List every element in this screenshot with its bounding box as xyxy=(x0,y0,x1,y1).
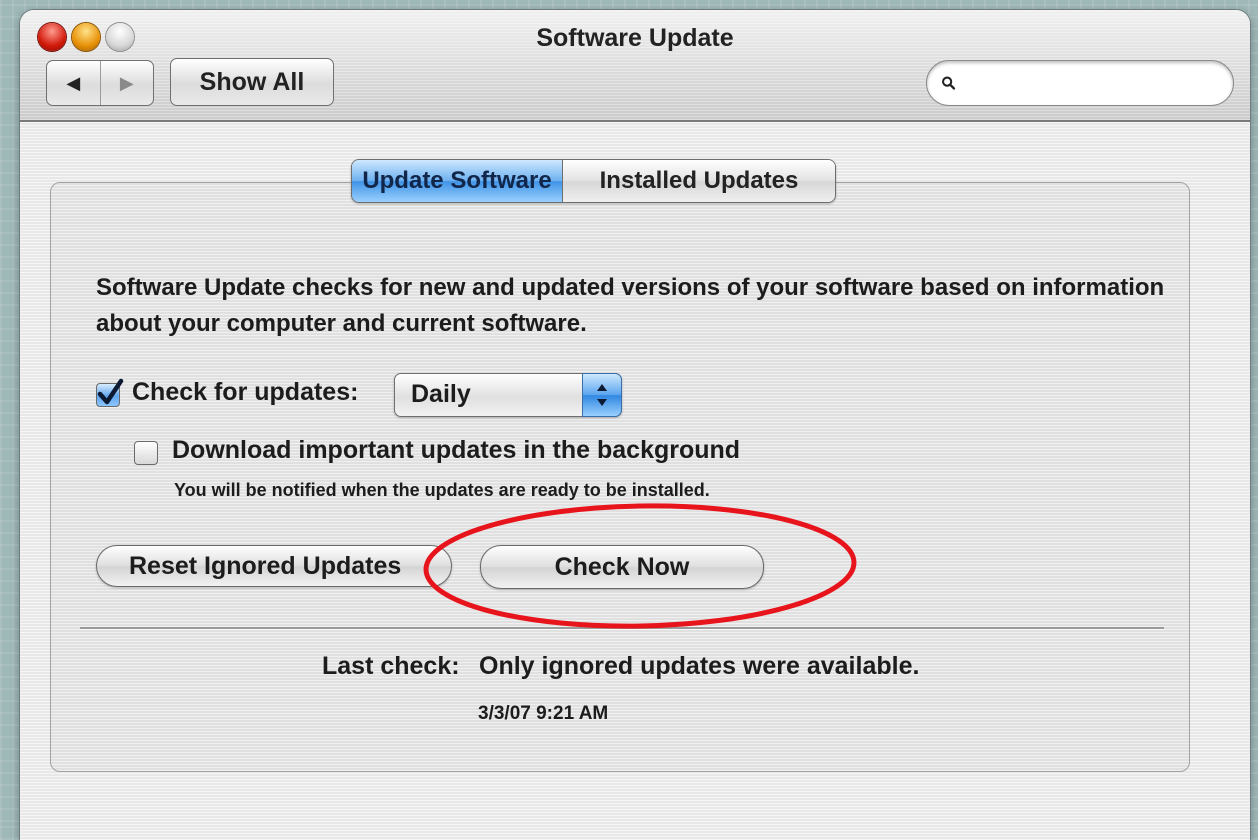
tab-installed-updates[interactable]: Installed Updates xyxy=(562,160,835,202)
popup-arrows-icon xyxy=(582,373,622,417)
download-background-checkbox[interactable] xyxy=(134,441,158,465)
last-check-label: Last check: xyxy=(322,652,460,680)
title-toolbar: Software Update ◀ ▶ Show All xyxy=(20,10,1250,122)
frequency-popup[interactable]: Daily xyxy=(394,373,622,417)
back-forward-control: ◀ ▶ xyxy=(46,60,154,106)
download-background-label: Download important updates in the backgr… xyxy=(172,436,741,464)
last-check-timestamp: 3/3/07 9:21 AM xyxy=(478,703,609,724)
download-note: You will be notified when the updates ar… xyxy=(174,480,710,500)
check-for-updates-label: Check for updates: xyxy=(132,378,359,406)
search-field[interactable] xyxy=(926,60,1234,106)
last-check-value: Only ignored updates were available. xyxy=(479,652,920,680)
frequency-value: Daily xyxy=(411,380,471,408)
reset-ignored-updates-button[interactable]: Reset Ignored Updates xyxy=(96,545,452,587)
check-now-button[interactable]: Check Now xyxy=(480,545,764,589)
window-title: Software Update xyxy=(536,24,734,52)
tab-update-software[interactable]: Update Software xyxy=(352,160,562,202)
tab-bar: Update Software Installed Updates xyxy=(351,159,836,203)
check-for-updates-checkbox[interactable] xyxy=(96,378,124,407)
forward-arrow-icon[interactable]: ▶ xyxy=(99,61,154,105)
search-input[interactable] xyxy=(964,70,1233,96)
divider xyxy=(80,627,1164,630)
show-all-button[interactable]: Show All xyxy=(170,58,334,106)
back-arrow-icon[interactable]: ◀ xyxy=(47,61,100,105)
search-icon xyxy=(942,76,956,90)
checkmark-icon xyxy=(97,378,124,405)
description-text: Software Update checks for new and updat… xyxy=(96,274,1165,337)
